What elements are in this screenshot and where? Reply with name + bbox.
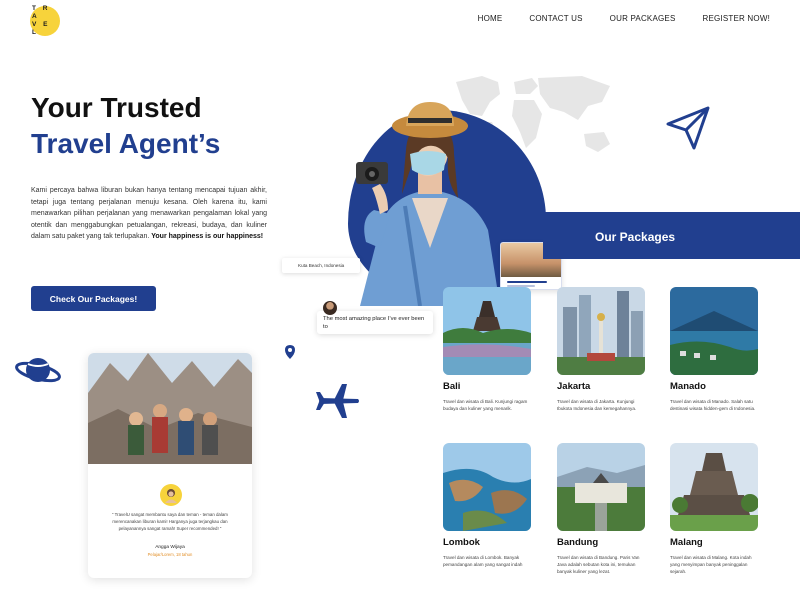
package-name: Malang xyxy=(670,537,703,548)
chat-avatar xyxy=(323,301,337,315)
package-name: Bali xyxy=(443,381,461,392)
hero-description: Kami percaya bahwa liburan bukan hanya t… xyxy=(31,185,267,243)
hero-title-line-1: Your Trusted xyxy=(31,92,202,123)
logo-text-1: T R A xyxy=(32,5,50,20)
testimonial-author: Angga Wijaya xyxy=(155,545,185,550)
package-card-malang[interactable]: Malang Travel dan wisata di Malang. Kota… xyxy=(670,443,758,575)
reviewer-avatar xyxy=(160,484,182,506)
check-packages-button[interactable]: Check Our Packages! xyxy=(31,286,156,311)
package-image-bandung xyxy=(557,443,645,531)
testimonial-role: Pelajar/Lorem, 18 tahun xyxy=(147,552,193,557)
planet-icon xyxy=(15,358,61,383)
package-name: Jakarta xyxy=(557,381,591,392)
package-card-lombok[interactable]: Lombok Travel dan wisata di Lombok. Bany… xyxy=(443,443,531,568)
package-description: Travel dan wisata di Jakarta. Kunjungi I… xyxy=(557,399,637,411)
testimonial-card: “ TravelU sangat membantu saya dan teman… xyxy=(88,353,252,578)
chat-bubble: The most amazing place I’ve ever been to xyxy=(313,301,433,334)
preview-bar xyxy=(507,281,547,283)
nav-contact-us[interactable]: CONTACT US xyxy=(529,14,582,23)
testimonial-photo xyxy=(88,353,252,464)
package-image-lombok xyxy=(443,443,531,531)
hero-title-line-2: Travel Agent’s xyxy=(31,128,221,159)
hero-description-bold: Your happiness is our happiness! xyxy=(151,233,264,240)
paper-plane-icon xyxy=(666,106,710,150)
package-image-manado xyxy=(670,287,758,375)
location-tag: Kuta Beach, Indonesia xyxy=(282,258,360,273)
package-image-malang xyxy=(670,443,758,531)
package-card-manado[interactable]: Manado Travel dan wisata di Manado. Sala… xyxy=(670,287,758,412)
logo[interactable]: T R A V E L xyxy=(30,5,60,36)
nav-home[interactable]: HOME xyxy=(478,14,503,23)
package-card-jakarta[interactable]: Jakarta Travel dan wisata di Jakarta. Ku… xyxy=(557,287,645,412)
package-card-bali[interactable]: Bali Travel dan wisata di Bali. Kunjungi… xyxy=(443,287,531,412)
package-description: Travel dan wisata di Bali. Kunjungi raga… xyxy=(443,399,528,411)
main-nav: HOME CONTACT US OUR PACKAGES REGISTER NO… xyxy=(478,14,770,23)
package-image-bali xyxy=(443,287,531,375)
nav-our-packages[interactable]: OUR PACKAGES xyxy=(610,14,676,23)
package-description: Travel dan wisata di Lombok. Banyak pema… xyxy=(443,555,523,567)
package-name: Bandung xyxy=(557,537,599,548)
package-name: Lombok xyxy=(443,537,480,548)
package-description: Travel dan wisata di Manado. Salah satu … xyxy=(670,399,756,411)
package-name: Manado xyxy=(670,381,706,392)
package-card-bandung[interactable]: Bandung Travel dan wisata di Bandung. Pa… xyxy=(557,443,645,575)
hero-title: Your Trusted Travel Agent’s xyxy=(31,90,220,162)
package-image-jakarta xyxy=(557,287,645,375)
location-pin-icon xyxy=(285,345,295,359)
nav-register-now[interactable]: REGISTER NOW! xyxy=(703,14,771,23)
airplane-icon xyxy=(316,384,359,418)
package-description: Travel dan wisata di Malang. Kota indah … xyxy=(670,555,752,574)
logo-text-2: V E L xyxy=(32,21,50,36)
testimonial-quote: “ TravelU sangat membantu saya dan teman… xyxy=(112,512,228,531)
traveler-photo xyxy=(356,102,500,306)
packages-heading: Our Packages xyxy=(543,212,800,259)
package-description: Travel dan wisata di Bandung. Paris Van … xyxy=(557,555,640,574)
chat-message: The most amazing place I’ve ever been to xyxy=(317,311,433,334)
